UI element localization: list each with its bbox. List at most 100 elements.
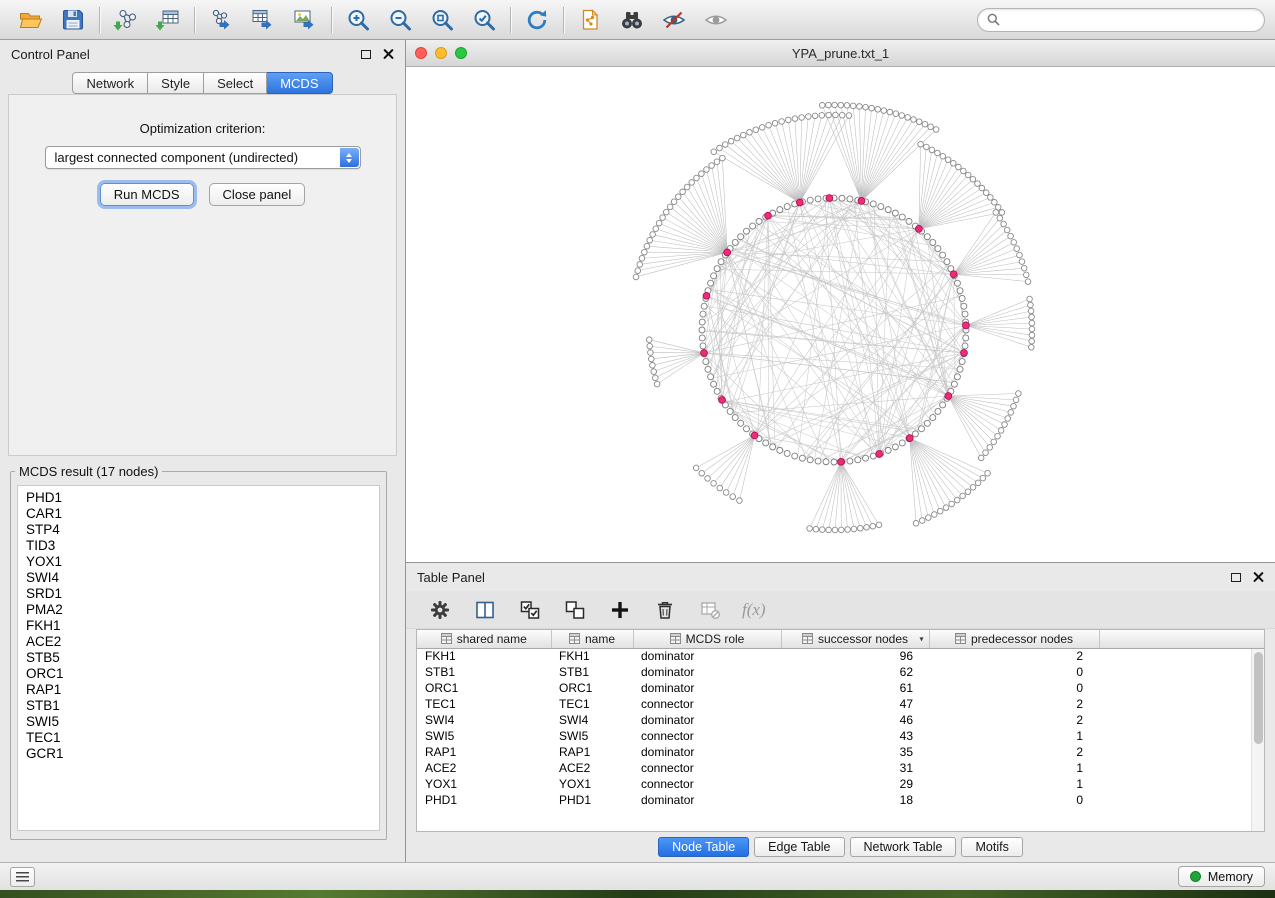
network-window-title: YPA_prune.txt_1 [406, 46, 1275, 61]
mcds-result-item[interactable]: SWI5 [26, 714, 371, 730]
function-builder-button[interactable]: f(x) [742, 600, 766, 620]
column-header-predecessor-nodes[interactable]: predecessor nodes [929, 630, 1099, 648]
column-header-successor-nodes[interactable]: successor nodes ▾ [781, 630, 929, 648]
minimize-window-button[interactable] [435, 47, 447, 59]
mcds-result-list[interactable]: PHD1CAR1STP4TID3YOX1SWI4SRD1PMA2FKH1ACE2… [17, 485, 380, 831]
table-panel: Table Panel [406, 562, 1275, 862]
mcds-result-item[interactable]: PHD1 [26, 490, 371, 506]
table-row[interactable]: SWI5SWI5connector431 [417, 728, 1264, 744]
toolbar-separator [194, 7, 195, 33]
float-panel-icon[interactable] [361, 50, 371, 59]
tab-network-table[interactable]: Network Table [850, 837, 957, 857]
network-from-selection-button[interactable] [569, 3, 611, 37]
export-image-button[interactable] [284, 3, 326, 37]
export-table-button[interactable] [242, 3, 284, 37]
gear-icon [429, 599, 451, 621]
tab-node-table[interactable]: Node Table [658, 837, 749, 857]
import-table-button[interactable] [147, 3, 189, 37]
save-session-button[interactable] [52, 3, 94, 37]
mcds-result-item[interactable]: ACE2 [26, 634, 371, 650]
table-settings-button[interactable] [427, 597, 453, 623]
column-header-shared-name[interactable]: shared name [417, 630, 551, 648]
refresh-layout-button[interactable] [516, 3, 558, 37]
add-column-button[interactable] [607, 597, 633, 623]
table-row[interactable]: TEC1TEC1connector472 [417, 696, 1264, 712]
tab-style[interactable]: Style [148, 72, 204, 94]
mcds-result-item[interactable]: STP4 [26, 522, 371, 538]
tab-select[interactable]: Select [204, 72, 267, 94]
export-network-button[interactable] [200, 3, 242, 37]
table-cell-filler [1099, 792, 1264, 808]
table-cell: 29 [781, 776, 929, 792]
column-header-name[interactable]: name [551, 630, 633, 648]
mcds-result-item[interactable]: TEC1 [26, 730, 371, 746]
table-scrollbar[interactable] [1251, 649, 1264, 831]
network-from-selection-icon [577, 7, 603, 33]
table-cell: connector [633, 728, 781, 744]
table-row[interactable]: ACE2ACE2connector311 [417, 760, 1264, 776]
export-image-icon [292, 7, 318, 33]
optimization-value: largest connected component (undirected) [55, 150, 299, 165]
hide-selected-button[interactable] [653, 3, 695, 37]
mcds-result-item[interactable]: YOX1 [26, 554, 371, 570]
mcds-result-item[interactable]: STB5 [26, 650, 371, 666]
import-table-disabled-button[interactable] [697, 597, 723, 623]
float-table-panel-icon[interactable] [1231, 573, 1241, 582]
zoom-selected-button[interactable] [463, 3, 505, 37]
table-row[interactable]: RAP1RAP1dominator352 [417, 744, 1264, 760]
table-row[interactable]: YOX1YOX1connector291 [417, 776, 1264, 792]
mcds-result-item[interactable]: RAP1 [26, 682, 371, 698]
import-network-button[interactable] [105, 3, 147, 37]
table-row[interactable]: FKH1FKH1dominator962 [417, 648, 1264, 664]
search-input[interactable] [1006, 12, 1255, 27]
run-mcds-button[interactable]: Run MCDS [100, 183, 194, 206]
tab-network[interactable]: Network [72, 72, 148, 94]
table-row[interactable]: PHD1PHD1dominator180 [417, 792, 1264, 808]
select-all-rows-button[interactable] [517, 597, 543, 623]
deselect-all-rows-button[interactable] [562, 597, 588, 623]
maximize-window-button[interactable] [455, 47, 467, 59]
close-panel-icon[interactable] [383, 49, 394, 60]
trash-icon [654, 599, 676, 621]
toolbar-separator [510, 7, 511, 33]
zoom-in-button[interactable] [337, 3, 379, 37]
table-cell: 35 [781, 744, 929, 760]
network-canvas[interactable] [406, 68, 1275, 562]
mcds-result-item[interactable]: FKH1 [26, 618, 371, 634]
sort-caret-icon[interactable]: ▾ [919, 634, 923, 643]
memory-button[interactable]: Memory [1178, 866, 1265, 887]
scrollbar-thumb[interactable] [1254, 652, 1263, 744]
table-row[interactable]: ORC1ORC1dominator610 [417, 680, 1264, 696]
table-row[interactable]: SWI4SWI4dominator462 [417, 712, 1264, 728]
mcds-result-item[interactable]: STB1 [26, 698, 371, 714]
mcds-result-item[interactable]: SRD1 [26, 586, 371, 602]
show-all-button[interactable] [695, 3, 737, 37]
mcds-result-item[interactable]: CAR1 [26, 506, 371, 522]
table-cell: 2 [929, 648, 1099, 664]
mcds-result-item[interactable]: TID3 [26, 538, 371, 554]
table-row[interactable]: STB1STB1dominator620 [417, 664, 1264, 680]
table-disabled-icon [699, 599, 721, 621]
close-table-panel-icon[interactable] [1253, 572, 1264, 583]
mcds-result-item[interactable]: SWI4 [26, 570, 371, 586]
network-graph[interactable] [406, 68, 1273, 562]
tab-motifs[interactable]: Motifs [961, 837, 1022, 857]
delete-column-button[interactable] [652, 597, 678, 623]
optimization-select[interactable]: largest connected component (undirected) [45, 146, 361, 169]
menu-list-button[interactable] [10, 867, 35, 887]
close-window-button[interactable] [415, 47, 427, 59]
tab-mcds[interactable]: MCDS [267, 72, 332, 94]
combo-stepper-icon [340, 148, 359, 167]
first-neighbors-button[interactable] [611, 3, 653, 37]
tab-edge-table[interactable]: Edge Table [754, 837, 844, 857]
mcds-result-item[interactable]: GCR1 [26, 746, 371, 762]
columns-icon [474, 599, 496, 621]
mcds-result-item[interactable]: PMA2 [26, 602, 371, 618]
mcds-result-item[interactable]: ORC1 [26, 666, 371, 682]
column-header-mcds-role[interactable]: MCDS role [633, 630, 781, 648]
zoom-out-button[interactable] [379, 3, 421, 37]
open-session-button[interactable] [10, 3, 52, 37]
close-panel-button[interactable]: Close panel [209, 183, 306, 206]
zoom-fit-button[interactable] [421, 3, 463, 37]
show-columns-button[interactable] [472, 597, 498, 623]
